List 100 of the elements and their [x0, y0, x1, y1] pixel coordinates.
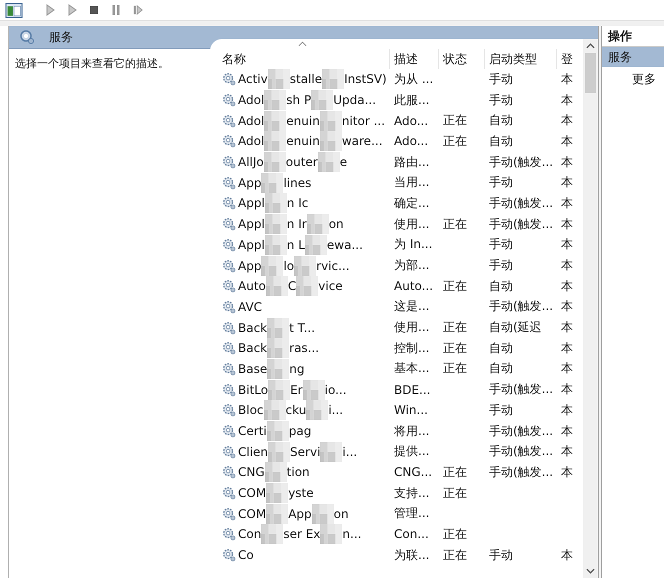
table-cell: 本: [561, 112, 573, 130]
gear-icon: [222, 465, 236, 480]
table-cell: 正在: [443, 319, 467, 336]
column-header[interactable]: 描述: [390, 49, 439, 69]
panel-title: 服务: [49, 28, 73, 46]
mosaic-block: [268, 442, 290, 462]
table-cell: 自动(延迟: [489, 319, 542, 336]
actions-section[interactable]: 服务: [602, 47, 664, 67]
table-cell: 本: [561, 92, 573, 109]
resume-icon[interactable]: [133, 4, 143, 16]
mosaic-block: [264, 462, 287, 482]
table-cell-text: 确定...: [393, 194, 430, 212]
service-name: lo: [283, 258, 294, 273]
table-cell: 正在: [443, 216, 467, 233]
scroll-up-icon[interactable]: [586, 43, 595, 49]
mosaic-block: [320, 442, 342, 462]
table-cell: 本: [561, 174, 573, 192]
column-header[interactable]: 状态: [439, 49, 485, 69]
service-name: outer: [286, 155, 318, 170]
table-cell: 手动(触发...: [489, 154, 554, 171]
scroll-thumb[interactable]: [585, 53, 596, 93]
mosaic-block: [261, 172, 284, 193]
table-cell: 本: [561, 298, 573, 316]
service-name: Co: [238, 548, 254, 562]
table-cell: 本: [561, 464, 573, 481]
stop-icon[interactable]: [89, 4, 99, 16]
service-name: io...: [324, 382, 347, 397]
service-name: nitor ...: [342, 114, 386, 128]
gear-icon: [222, 341, 236, 356]
gear-icon: [222, 382, 236, 397]
column-header[interactable]: 启动类型: [485, 49, 557, 69]
table-cell: 本: [561, 546, 573, 564]
service-name: stalle: [290, 72, 322, 86]
service-name: Adol: [238, 114, 264, 128]
service-name: ware...: [342, 134, 383, 148]
column-header[interactable]: 登: [557, 49, 571, 69]
service-name: Adol: [238, 93, 264, 108]
service-name: sh P: [286, 93, 312, 108]
console-view-icon[interactable]: [5, 2, 23, 18]
service-name: rvic...: [316, 258, 350, 273]
service-name: Servi: [290, 444, 320, 459]
gear-icon: [222, 362, 236, 376]
table-cell-text: 为 In...: [393, 236, 434, 254]
service-name: AllJo: [238, 155, 264, 170]
service-name: Auto: [238, 279, 266, 294]
service-name: ser Ex: [283, 527, 320, 542]
mosaic-block: [266, 421, 289, 442]
table-cell: 正在: [443, 278, 467, 295]
gear-icon: [222, 93, 236, 108]
table-cell: 本: [561, 381, 573, 398]
mosaic-block: [322, 69, 344, 90]
sort-caret-icon: [298, 41, 307, 47]
service-name: tion: [286, 465, 310, 480]
mosaic-block: [264, 193, 287, 214]
mosaic-block: [266, 276, 288, 296]
scroll-down-icon[interactable]: [586, 568, 595, 574]
service-name: Clien: [238, 444, 268, 459]
mosaic-block: [318, 152, 340, 172]
pause-icon[interactable]: [111, 4, 121, 16]
mosaic-block: [304, 234, 327, 255]
service-name: enuin: [286, 134, 320, 148]
service-name: n...: [342, 527, 362, 542]
mosaic-block: [264, 152, 286, 172]
service-name: CNG: [238, 465, 265, 480]
service-name: Upda...: [333, 93, 376, 108]
mosaic-block: [264, 400, 286, 420]
table-cell-text: 当用...: [393, 174, 430, 192]
table-cell-text: Ado...: [393, 114, 430, 128]
table-cell: 手动: [489, 546, 513, 564]
table-cell: 自动: [489, 278, 513, 295]
play-icon[interactable]: [67, 4, 77, 16]
mosaic-block: [264, 110, 286, 131]
table-cell: 正在: [443, 360, 467, 378]
mosaic-block: [296, 276, 318, 296]
table-cell: 本: [561, 319, 573, 336]
mosaic-block: [306, 400, 328, 420]
table-cell: 手动(触发...: [489, 298, 554, 316]
table-cell-text: Con...: [393, 527, 430, 542]
service-name: App: [238, 258, 262, 273]
gear-icon: [222, 279, 236, 294]
table-cell: 手动(触发...: [489, 422, 554, 440]
gear-icon: [19, 29, 35, 45]
action-link[interactable]: 更多: [602, 67, 664, 88]
table-cell: 手动(触发...: [489, 443, 554, 460]
table-cell: 本: [561, 402, 573, 419]
play-icon[interactable]: [45, 4, 55, 16]
gear-icon: [222, 258, 236, 273]
table-cell: 自动: [489, 360, 513, 378]
service-name: Er: [290, 382, 303, 397]
mosaic-block: [261, 256, 284, 276]
service-name: pag: [288, 424, 312, 438]
mosaic-block: [264, 214, 287, 234]
service-name: e: [340, 155, 348, 170]
mosaic-block: [266, 504, 288, 524]
gear-icon: [222, 424, 236, 438]
table-cell: 本: [561, 340, 573, 357]
service-name: C: [288, 279, 296, 294]
service-name: n L: [286, 238, 305, 252]
table-cell: 自动: [489, 132, 513, 150]
mosaic-block: [311, 90, 334, 110]
